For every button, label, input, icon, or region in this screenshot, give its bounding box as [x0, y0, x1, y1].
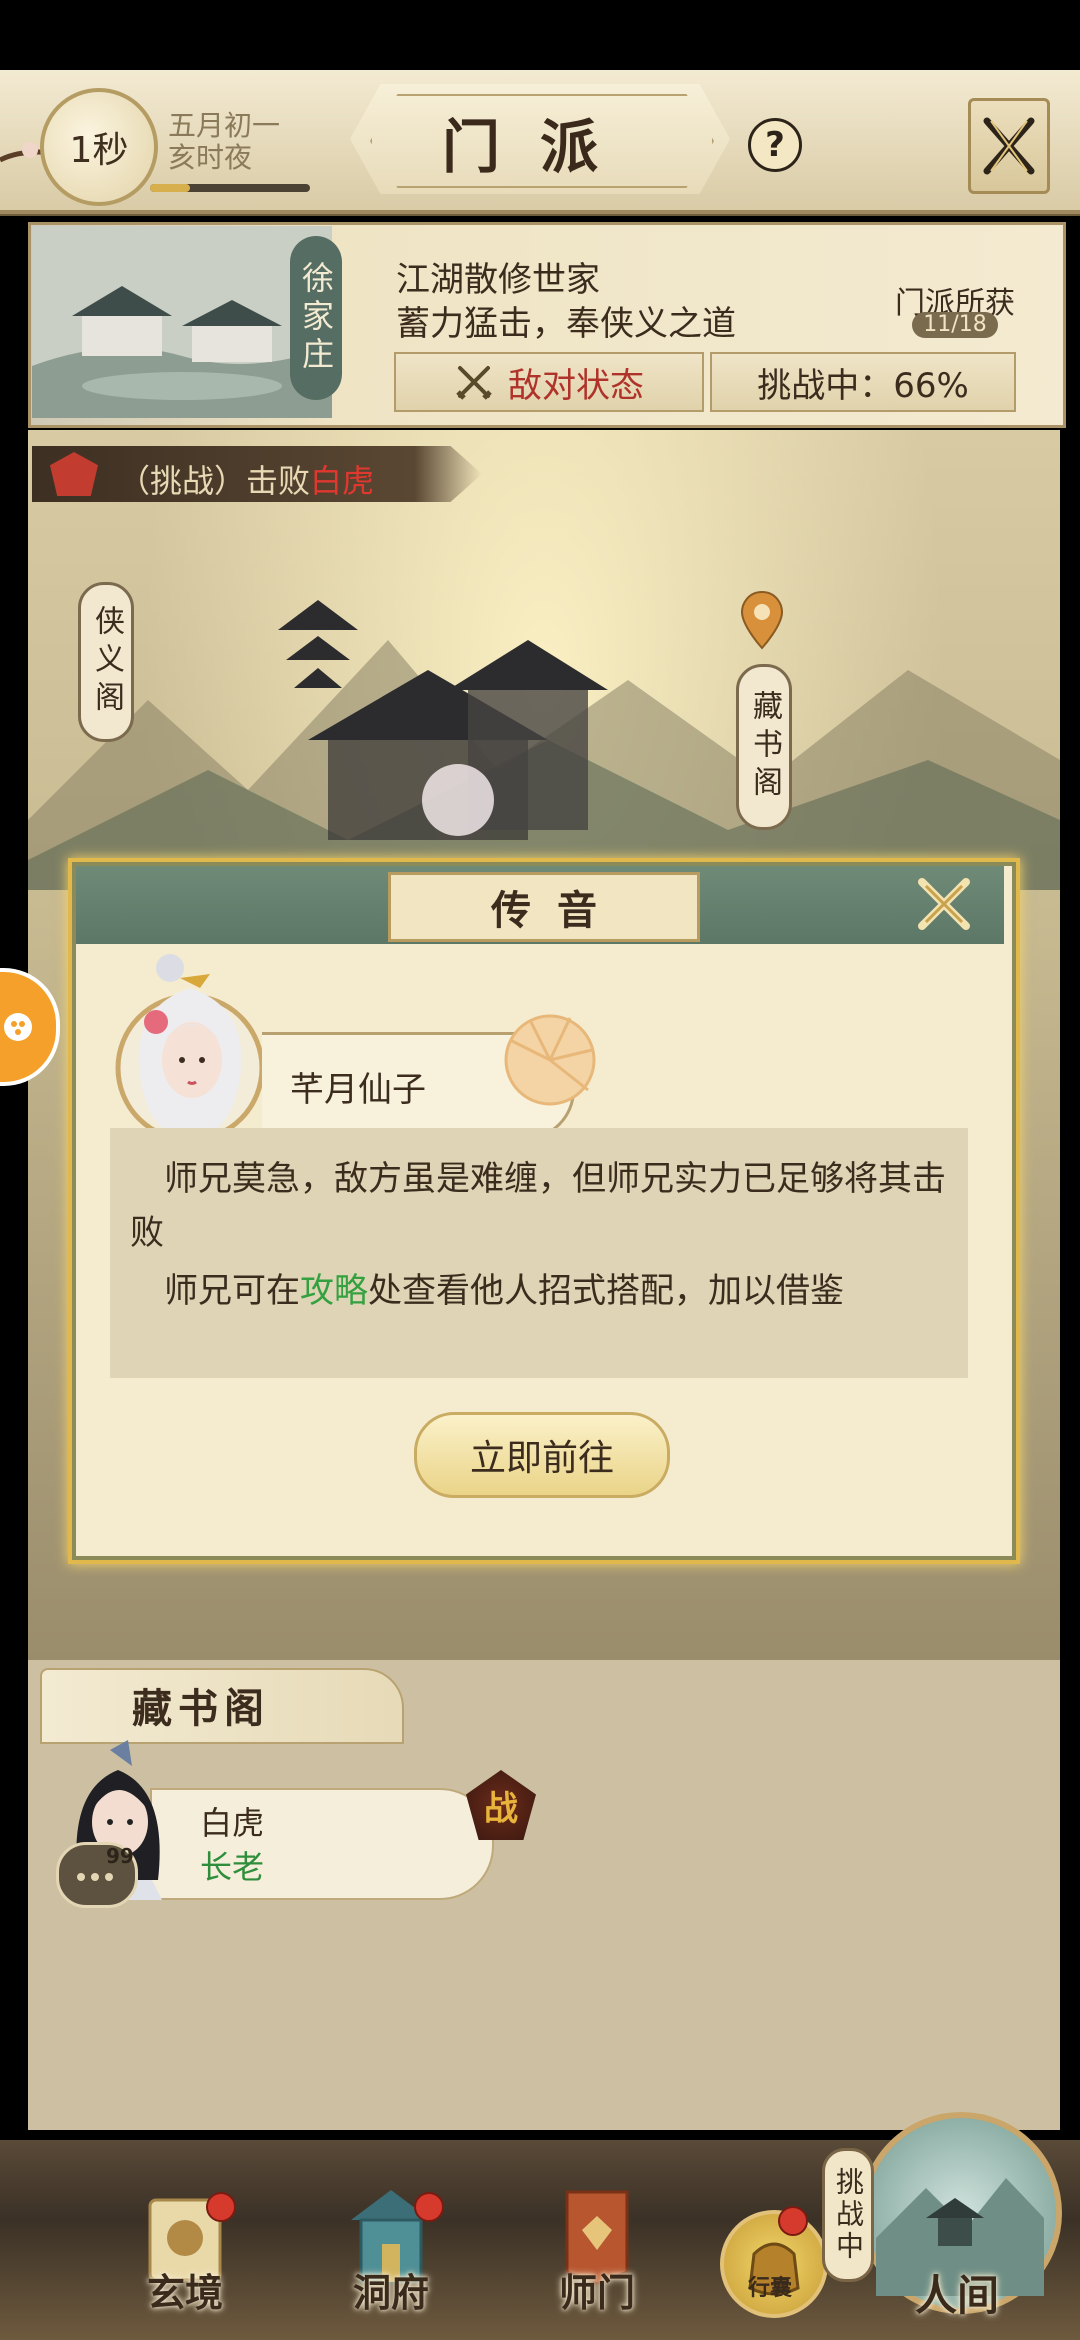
dialog-title: 传音	[388, 872, 700, 942]
mountain-temple-scenery	[28, 600, 1060, 890]
location-pin-icon	[740, 590, 784, 650]
crossed-swords-icon	[456, 366, 492, 400]
hostile-status-label: 敌对状态	[508, 365, 644, 406]
map-location-library[interactable]: 藏书阁	[736, 664, 792, 830]
fan-decoration	[504, 1014, 596, 1106]
nav-label-xuanjing: 玄境	[146, 2270, 223, 2315]
nav-label-dongfu: 洞府	[352, 2270, 429, 2315]
bag-label: 行囊	[747, 2276, 792, 2301]
notification-dot	[778, 2206, 808, 2236]
page-title: 门派	[441, 113, 638, 181]
message-text-before-link: 师兄可在	[164, 1271, 300, 1311]
task-text: （挑战）击败白虎	[118, 456, 374, 502]
sect-village-image	[32, 226, 332, 418]
member-name: 白虎	[200, 1804, 265, 1842]
member-level: 99	[106, 1844, 134, 1868]
task-prefix: （挑战）击败	[118, 462, 311, 500]
hostile-status-button[interactable]: 敌对状态	[394, 352, 704, 412]
strategy-link[interactable]: 攻略	[300, 1271, 368, 1311]
message-paragraph-1: 师兄莫急，敌方虽是难缠，但师兄实力已足够将其击败	[130, 1159, 946, 1253]
sect-motto-text: 蓄力猛击，奉侠义之道	[396, 304, 736, 344]
sect-name-tag: 徐家庄	[290, 236, 342, 400]
challenge-progress-status: 挑战中：66%	[710, 352, 1016, 412]
speaker-avatar	[115, 954, 265, 1143]
dialog-title-text: 传音	[491, 887, 623, 934]
message-text-after-link: 处查看他人招式搭配，加以借鉴	[368, 1271, 844, 1311]
gamepad-icon	[4, 1013, 32, 1041]
help-icon[interactable]: ?	[748, 118, 802, 172]
nav-label-shimen: 师门	[558, 2270, 635, 2315]
speaker-name: 芊月仙子	[290, 1070, 426, 1110]
go-now-button[interactable]: 立即前往	[414, 1412, 670, 1498]
notification-dot	[206, 2192, 236, 2222]
timer-text: 1秒	[69, 130, 129, 171]
sect-gains-count: 11/18	[912, 312, 998, 338]
message-paragraph-2: 师兄可在攻略处查看他人招式搭配，加以借鉴	[130, 1264, 960, 1318]
time-progress-fill	[150, 184, 190, 192]
library-title: 藏书阁	[132, 1685, 270, 1732]
dialog-close-icon[interactable]	[912, 872, 976, 936]
close-page-button[interactable]	[968, 98, 1050, 194]
notification-dot	[414, 2192, 444, 2222]
timer-badge[interactable]: 1秒	[40, 88, 158, 206]
close-icon	[983, 117, 1035, 175]
time-of-day-text: 亥时夜	[168, 141, 253, 174]
map-location-xiayi-pavilion[interactable]: 侠义阁	[78, 582, 134, 742]
task-target: 白虎	[310, 462, 375, 500]
sect-type-text: 江湖散修世家	[396, 260, 600, 300]
world-label: 人间	[914, 2271, 999, 2320]
member-role: 长老	[200, 1848, 265, 1886]
